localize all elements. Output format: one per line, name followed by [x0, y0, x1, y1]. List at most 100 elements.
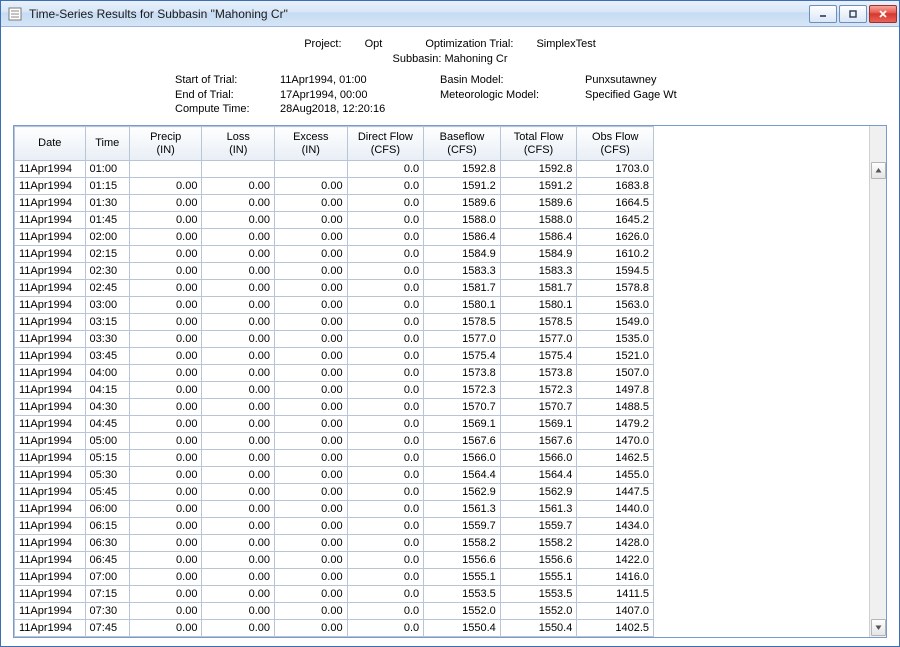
cell-excess[interactable]: 0.00: [275, 365, 348, 382]
cell-loss[interactable]: 0.00: [202, 535, 275, 552]
cell-time[interactable]: 05:45: [85, 484, 129, 501]
cell-date[interactable]: 11Apr1994: [15, 314, 86, 331]
cell-date[interactable]: 11Apr1994: [15, 263, 86, 280]
cell-loss[interactable]: 0.00: [202, 348, 275, 365]
col-obs[interactable]: Obs Flow(CFS): [577, 127, 653, 161]
cell-direct[interactable]: 0.0: [347, 195, 424, 212]
cell-base[interactable]: 1559.7: [424, 518, 501, 535]
cell-time[interactable]: 04:45: [85, 416, 129, 433]
vertical-scrollbar[interactable]: [869, 126, 886, 637]
cell-total[interactable]: 1564.4: [500, 467, 577, 484]
cell-time[interactable]: 01:15: [85, 178, 129, 195]
cell-date[interactable]: 11Apr1994: [15, 586, 86, 603]
cell-precip[interactable]: 0.00: [129, 178, 202, 195]
cell-excess[interactable]: 0.00: [275, 382, 348, 399]
cell-obs[interactable]: 1428.0: [577, 535, 653, 552]
cell-loss[interactable]: 0.00: [202, 467, 275, 484]
table-row[interactable]: 11Apr199402:300.000.000.000.01583.31583.…: [15, 263, 654, 280]
col-date[interactable]: Date: [15, 127, 86, 161]
table-row[interactable]: 11Apr199405:300.000.000.000.01564.41564.…: [15, 467, 654, 484]
cell-direct[interactable]: 0.0: [347, 212, 424, 229]
cell-total[interactable]: 1562.9: [500, 484, 577, 501]
cell-base[interactable]: 1558.2: [424, 535, 501, 552]
cell-excess[interactable]: 0.00: [275, 280, 348, 297]
cell-excess[interactable]: 0.00: [275, 518, 348, 535]
cell-direct[interactable]: 0.0: [347, 399, 424, 416]
cell-excess[interactable]: 0.00: [275, 603, 348, 620]
cell-excess[interactable]: 0.00: [275, 416, 348, 433]
col-loss[interactable]: Loss(IN): [202, 127, 275, 161]
cell-base[interactable]: 1581.7: [424, 280, 501, 297]
cell-direct[interactable]: 0.0: [347, 586, 424, 603]
cell-time[interactable]: 06:15: [85, 518, 129, 535]
col-excess[interactable]: Excess(IN): [275, 127, 348, 161]
cell-precip[interactable]: 0.00: [129, 467, 202, 484]
cell-total[interactable]: 1561.3: [500, 501, 577, 518]
cell-loss[interactable]: 0.00: [202, 416, 275, 433]
cell-date[interactable]: 11Apr1994: [15, 620, 86, 637]
cell-excess[interactable]: 0.00: [275, 348, 348, 365]
cell-loss[interactable]: 0.00: [202, 450, 275, 467]
cell-obs[interactable]: 1521.0: [577, 348, 653, 365]
table-row[interactable]: 11Apr199401:150.000.000.000.01591.21591.…: [15, 178, 654, 195]
results-table-scroll[interactable]: Date Time Precip(IN) Loss(IN) Excess(IN)…: [14, 126, 653, 637]
cell-obs[interactable]: 1535.0: [577, 331, 653, 348]
cell-time[interactable]: 07:45: [85, 620, 129, 637]
cell-time[interactable]: 03:45: [85, 348, 129, 365]
cell-direct[interactable]: 0.0: [347, 450, 424, 467]
cell-precip[interactable]: 0.00: [129, 569, 202, 586]
cell-base[interactable]: 1552.0: [424, 603, 501, 620]
cell-time[interactable]: 02:00: [85, 229, 129, 246]
cell-base[interactable]: 1567.6: [424, 433, 501, 450]
cell-date[interactable]: 11Apr1994: [15, 399, 86, 416]
table-row[interactable]: 11Apr199405:150.000.000.000.01566.01566.…: [15, 450, 654, 467]
table-row[interactable]: 11Apr199404:300.000.000.000.01570.71570.…: [15, 399, 654, 416]
cell-excess[interactable]: 0.00: [275, 450, 348, 467]
cell-excess[interactable]: 0.00: [275, 501, 348, 518]
cell-total[interactable]: 1584.9: [500, 246, 577, 263]
cell-time[interactable]: 07:30: [85, 603, 129, 620]
cell-date[interactable]: 11Apr1994: [15, 382, 86, 399]
cell-loss[interactable]: 0.00: [202, 212, 275, 229]
cell-precip[interactable]: 0.00: [129, 433, 202, 450]
cell-base[interactable]: 1588.0: [424, 212, 501, 229]
cell-direct[interactable]: 0.0: [347, 484, 424, 501]
cell-excess[interactable]: 0.00: [275, 586, 348, 603]
cell-total[interactable]: 1567.6: [500, 433, 577, 450]
cell-time[interactable]: 03:30: [85, 331, 129, 348]
cell-time[interactable]: 04:00: [85, 365, 129, 382]
cell-total[interactable]: 1591.2: [500, 178, 577, 195]
col-base[interactable]: Baseflow(CFS): [424, 127, 501, 161]
cell-precip[interactable]: [129, 161, 202, 178]
col-direct[interactable]: Direct Flow(CFS): [347, 127, 424, 161]
table-row[interactable]: 11Apr199403:150.000.000.000.01578.51578.…: [15, 314, 654, 331]
cell-obs[interactable]: 1434.0: [577, 518, 653, 535]
cell-base[interactable]: 1589.6: [424, 195, 501, 212]
cell-obs[interactable]: 1407.0: [577, 603, 653, 620]
cell-total[interactable]: 1578.5: [500, 314, 577, 331]
cell-time[interactable]: 05:00: [85, 433, 129, 450]
cell-direct[interactable]: 0.0: [347, 331, 424, 348]
cell-direct[interactable]: 0.0: [347, 178, 424, 195]
cell-loss[interactable]: 0.00: [202, 433, 275, 450]
cell-obs[interactable]: 1664.5: [577, 195, 653, 212]
cell-direct[interactable]: 0.0: [347, 501, 424, 518]
cell-precip[interactable]: 0.00: [129, 246, 202, 263]
cell-base[interactable]: 1575.4: [424, 348, 501, 365]
cell-date[interactable]: 11Apr1994: [15, 416, 86, 433]
cell-loss[interactable]: 0.00: [202, 382, 275, 399]
cell-total[interactable]: 1572.3: [500, 382, 577, 399]
cell-direct[interactable]: 0.0: [347, 280, 424, 297]
cell-total[interactable]: 1570.7: [500, 399, 577, 416]
cell-direct[interactable]: 0.0: [347, 229, 424, 246]
col-time[interactable]: Time: [85, 127, 129, 161]
cell-obs[interactable]: 1610.2: [577, 246, 653, 263]
cell-base[interactable]: 1561.3: [424, 501, 501, 518]
cell-direct[interactable]: 0.0: [347, 348, 424, 365]
table-row[interactable]: 11Apr199407:300.000.000.000.01552.01552.…: [15, 603, 654, 620]
cell-precip[interactable]: 0.00: [129, 212, 202, 229]
cell-total[interactable]: 1583.3: [500, 263, 577, 280]
cell-obs[interactable]: 1578.8: [577, 280, 653, 297]
cell-excess[interactable]: 0.00: [275, 178, 348, 195]
cell-total[interactable]: 1556.6: [500, 552, 577, 569]
